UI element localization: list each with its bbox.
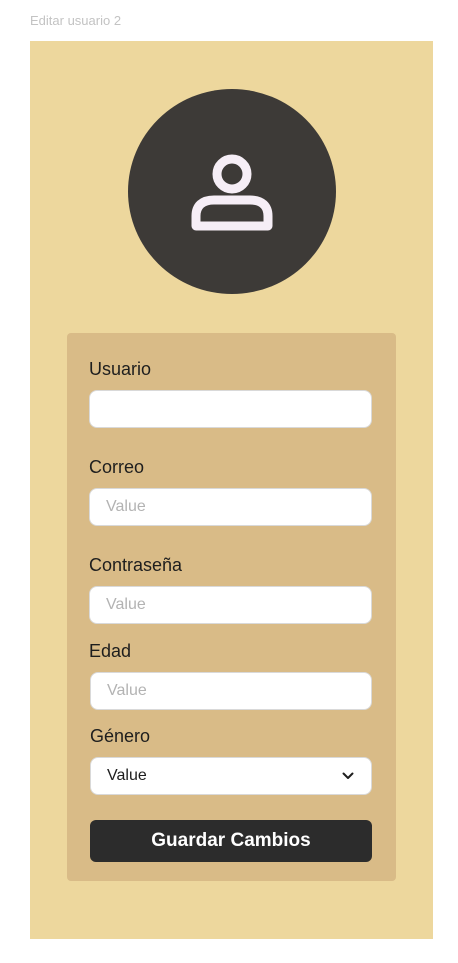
edit-user-screen: Usuario Correo Contraseña Edad Género Va…: [30, 41, 433, 939]
contrasena-label: Contraseña: [89, 555, 183, 575]
correo-input[interactable]: [89, 488, 372, 526]
genero-select[interactable]: Value: [90, 757, 372, 795]
usuario-input[interactable]: [89, 390, 372, 428]
contrasena-input[interactable]: [89, 586, 372, 624]
chevron-down-icon: [341, 769, 355, 783]
genero-label: Género: [90, 726, 151, 746]
edad-input[interactable]: [90, 672, 372, 710]
correo-label: Correo: [89, 457, 145, 477]
usuario-label: Usuario: [89, 359, 152, 379]
user-icon: [188, 152, 276, 232]
genero-selected-value: Value: [107, 767, 147, 784]
avatar[interactable]: [128, 89, 336, 294]
edad-label: Edad: [89, 641, 132, 661]
frame-title: Editar usuario 2: [30, 13, 122, 28]
edit-user-form: Usuario Correo Contraseña Edad Género Va…: [67, 333, 396, 881]
save-changes-button[interactable]: Guardar Cambios: [90, 820, 372, 862]
